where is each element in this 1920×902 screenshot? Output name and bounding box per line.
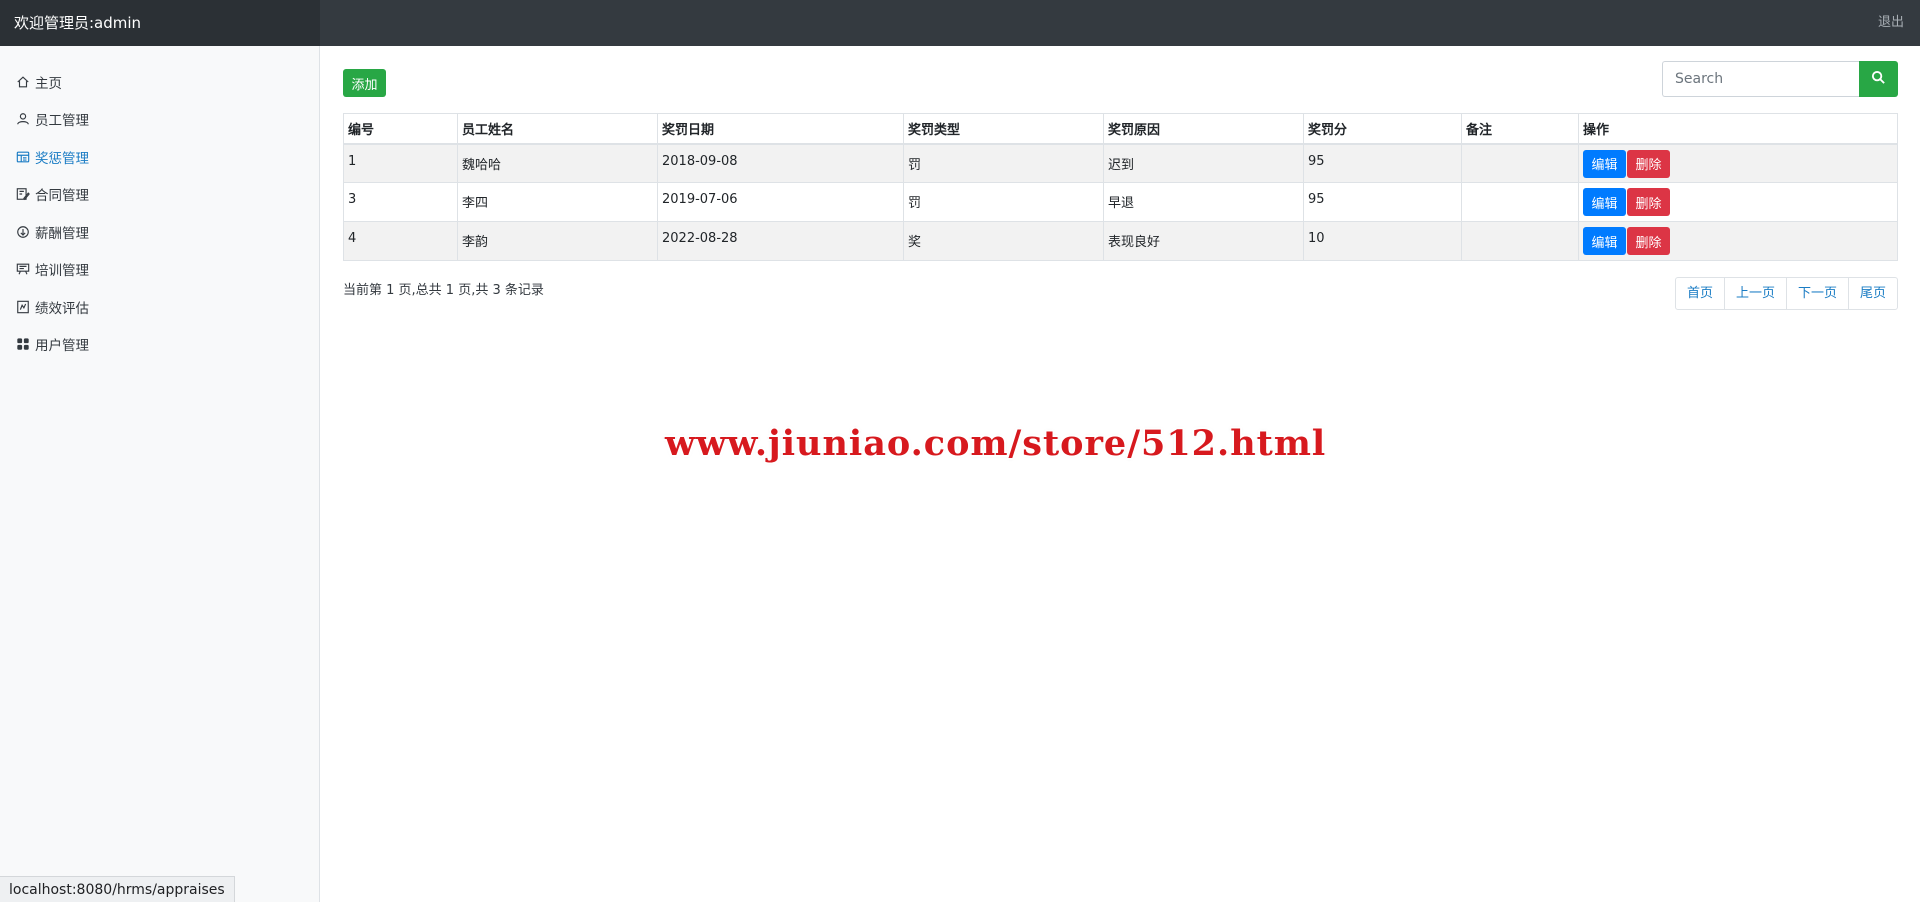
cell-type: 罚: [903, 182, 1104, 222]
header-name: 员工姓名: [457, 113, 658, 145]
sidebar-item-label: 奖惩管理: [35, 150, 89, 167]
sidebar-item-training[interactable]: 培训管理: [0, 251, 319, 289]
cell-date: 2019-07-06: [657, 182, 904, 222]
watermark: www.jiuniao.com/store/512.html: [665, 423, 1327, 464]
cell-score: 95: [1303, 143, 1462, 183]
cell-reason: 迟到: [1103, 143, 1304, 183]
sidebar-item-home[interactable]: 主页: [0, 63, 319, 101]
table-row: 1 魏哈哈 2018-09-08 罚 迟到 95 编辑 删除: [343, 143, 1898, 183]
cell-reason: 表现良好: [1103, 221, 1304, 261]
pagination-info: 当前第 1 页,总共 1 页,共 3 条记录: [343, 283, 544, 298]
header-reason: 奖罚原因: [1103, 113, 1304, 145]
header-id: 编号: [343, 113, 458, 145]
header-date: 奖罚日期: [657, 113, 904, 145]
presentation-icon: [15, 262, 30, 277]
cell-type: 罚: [903, 143, 1104, 183]
delete-button[interactable]: 删除: [1627, 188, 1670, 216]
first-page-link[interactable]: 首页: [1676, 278, 1725, 309]
sidebar-item-label: 薪酬管理: [35, 225, 89, 242]
cell-name: 魏哈哈: [457, 143, 658, 183]
sidebar-item-label: 绩效评估: [35, 300, 89, 317]
cell-id: 3: [343, 182, 458, 222]
cell-id: 1: [343, 143, 458, 183]
sidebar-item-label: 合同管理: [35, 188, 89, 205]
cell-id: 4: [343, 221, 458, 261]
sidebar-item-label: 主页: [35, 75, 62, 92]
status-bar-url: localhost:8080/hrms/appraises: [0, 876, 235, 902]
table-header-row: 编号 员工姓名 奖罚日期 奖罚类型 奖罚原因 奖罚分 备注 操作: [343, 113, 1898, 145]
cell-name: 李四: [457, 182, 658, 222]
table-row: 4 李韵 2022-08-28 奖 表现良好 10 编辑 删除: [343, 221, 1898, 261]
edit-button[interactable]: 编辑: [1583, 227, 1626, 255]
add-button[interactable]: 添加: [343, 69, 386, 97]
delete-button[interactable]: 删除: [1627, 149, 1670, 178]
sidebar: 主页 员工管理 奖惩管理 合同管理 薪酬管理 培训管理 绩效评估 用户管理 lo…: [0, 46, 320, 902]
coin-icon: [15, 224, 30, 239]
cell-actions: 编辑 删除: [1578, 143, 1898, 183]
sidebar-item-employees[interactable]: 员工管理: [0, 101, 319, 139]
header-note: 备注: [1461, 113, 1579, 145]
sidebar-item-label: 培训管理: [35, 263, 89, 280]
user-icon: [15, 112, 30, 127]
cell-date: 2022-08-28: [657, 221, 904, 261]
header-type: 奖罚类型: [903, 113, 1104, 145]
home-icon: [15, 74, 30, 89]
cell-note: [1461, 221, 1579, 261]
cell-name: 李韵: [457, 221, 658, 261]
table-row: 3 李四 2019-07-06 罚 早退 95 编辑 删除: [343, 182, 1898, 222]
cell-date: 2018-09-08: [657, 143, 904, 183]
search-form: [1662, 61, 1898, 97]
cell-score: 95: [1303, 182, 1462, 222]
welcome-brand: 欢迎管理员:admin: [0, 0, 320, 46]
sidebar-item-users[interactable]: 用户管理: [0, 326, 319, 364]
grid-icon: [15, 337, 30, 352]
cell-reason: 早退: [1103, 182, 1304, 222]
sidebar-item-contracts[interactable]: 合同管理: [0, 176, 319, 214]
pagination: 首页 上一页 下一页 尾页: [1674, 277, 1898, 310]
cell-actions: 编辑 删除: [1578, 221, 1898, 261]
next-page-link[interactable]: 下一页: [1787, 278, 1849, 309]
top-navbar: 欢迎管理员:admin 退出: [0, 0, 1920, 46]
cell-note: [1461, 143, 1579, 183]
cell-type: 奖: [903, 221, 1104, 261]
cell-note: [1461, 182, 1579, 222]
delete-button[interactable]: 删除: [1627, 227, 1670, 255]
sidebar-item-label: 用户管理: [35, 338, 89, 355]
sidebar-item-salary[interactable]: 薪酬管理: [0, 213, 319, 251]
last-page-link[interactable]: 尾页: [1849, 278, 1897, 309]
search-input[interactable]: [1662, 61, 1859, 97]
table-icon: [15, 149, 30, 164]
sidebar-item-label: 员工管理: [35, 113, 89, 130]
chart-icon: [15, 299, 30, 314]
header-score: 奖罚分: [1303, 113, 1462, 145]
header-actions: 操作: [1578, 113, 1898, 145]
cell-score: 10: [1303, 221, 1462, 261]
cell-actions: 编辑 删除: [1578, 182, 1898, 222]
search-button[interactable]: [1859, 61, 1898, 97]
prev-page-link[interactable]: 上一页: [1725, 278, 1787, 309]
sidebar-item-rewards[interactable]: 奖惩管理: [0, 138, 319, 176]
edit-button[interactable]: 编辑: [1583, 149, 1626, 178]
search-icon: [1871, 70, 1886, 88]
logout-link[interactable]: 退出: [1878, 0, 1904, 46]
rewards-table: 编号 员工姓名 奖罚日期 奖罚类型 奖罚原因 奖罚分 备注 操作 1 魏哈哈 2…: [343, 113, 1898, 261]
edit-document-icon: [15, 187, 30, 202]
sidebar-item-performance[interactable]: 绩效评估: [0, 288, 319, 326]
edit-button[interactable]: 编辑: [1583, 188, 1626, 216]
